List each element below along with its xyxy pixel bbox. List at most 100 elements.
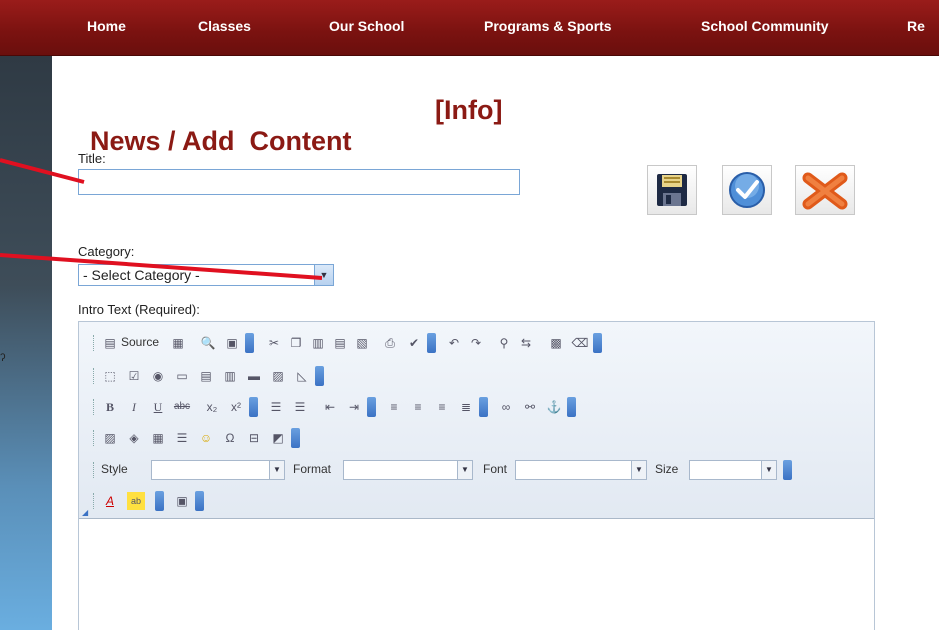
form-icon[interactable]: ⬚ (101, 367, 119, 385)
horizontal-rule-icon[interactable]: ☰ (173, 429, 191, 447)
align-center-icon[interactable]: ≡ (409, 398, 427, 416)
maximize-icon[interactable]: ▣ (173, 492, 191, 510)
align-right-icon[interactable]: ≡ (433, 398, 451, 416)
paste-icon[interactable]: ▥ (309, 334, 327, 352)
superscript-icon[interactable]: x² (227, 398, 245, 416)
source-button[interactable]: Source (121, 335, 159, 349)
nav-our-school[interactable]: Our School (329, 18, 404, 34)
toolbar-row-6: A ab ▣ (93, 489, 393, 513)
copy-icon[interactable]: ❐ (287, 334, 305, 352)
print-icon[interactable]: ⎙ (381, 334, 399, 352)
toolbar-row-1: ▤ Source ▦ 🔍 ▣ ✂ ❐ ▥ ▤ ▧ ⎙ ✔ ↶ ↷ ⚲ ⇆ ▩ ⌫ (93, 331, 813, 355)
spellcheck-icon[interactable]: ✔ (405, 334, 423, 352)
apply-button[interactable] (722, 165, 772, 215)
toolbar-row-4: ▨ ◈ ▦ ☰ ☺ Ω ⊟ ◩ (93, 426, 493, 450)
toolbar-collapse[interactable] (427, 333, 436, 353)
outdent-icon[interactable]: ⇤ (321, 398, 339, 416)
size-label: Size (655, 462, 679, 476)
page-break-icon[interactable]: ⊟ (245, 429, 263, 447)
underline-icon[interactable]: U (149, 398, 167, 416)
button-field-icon[interactable]: ▬ (245, 367, 263, 385)
paste-word-icon[interactable]: ▧ (353, 334, 371, 352)
checkbox-icon[interactable]: ☑ (125, 367, 143, 385)
collapse-toolbar-icon[interactable]: ◢ (82, 508, 88, 517)
chevron-down-icon[interactable]: ▼ (761, 461, 776, 479)
info-link[interactable]: [Info] (435, 95, 502, 126)
numbered-list-icon[interactable]: ☰ (267, 398, 285, 416)
nav-home[interactable]: Home (87, 18, 126, 34)
nav-programs-sports[interactable]: Programs & Sports (484, 18, 612, 34)
format-combo[interactable]: ▼ (343, 460, 473, 480)
align-left-icon[interactable]: ≡ (385, 398, 403, 416)
chevron-down-icon[interactable]: ▼ (314, 265, 333, 285)
link-icon[interactable]: ∞ (497, 398, 515, 416)
bg-color-icon[interactable]: ab (127, 492, 145, 510)
title-input[interactable] (78, 169, 520, 195)
flash-icon[interactable]: ◈ (125, 429, 143, 447)
save-button[interactable] (647, 165, 697, 215)
toolbar-collapse[interactable] (479, 397, 488, 417)
nav-re[interactable]: Re (907, 18, 925, 34)
image-button-icon[interactable]: ▨ (269, 367, 287, 385)
redo-icon[interactable]: ↷ (467, 334, 485, 352)
annotation-fragment-mark: ˀ (0, 352, 6, 369)
justify-icon[interactable]: ≣ (457, 398, 475, 416)
toolbar-grip (93, 399, 97, 415)
unlink-icon[interactable]: ⚯ (521, 398, 539, 416)
anchor-icon[interactable]: ⚓ (545, 398, 563, 416)
eraser-icon[interactable]: ⌫ (571, 334, 589, 352)
strike-icon[interactable]: abc (173, 398, 191, 416)
toolbar-collapse[interactable] (291, 428, 300, 448)
font-combo[interactable]: ▼ (515, 460, 647, 480)
toolbar-collapse[interactable] (155, 491, 164, 511)
toolbar-collapse[interactable] (249, 397, 258, 417)
chevron-down-icon[interactable]: ▼ (457, 461, 472, 479)
category-select[interactable]: - Select Category - ▼ (78, 264, 334, 286)
style-combo[interactable]: ▼ (151, 460, 285, 480)
toolbar-collapse[interactable] (783, 460, 792, 480)
chevron-down-icon[interactable]: ▼ (631, 461, 646, 479)
preview-icon[interactable]: 🔍 (199, 334, 217, 352)
toolbar-collapse[interactable] (367, 397, 376, 417)
iframe-icon[interactable]: ◩ (269, 429, 287, 447)
floppy-disk-icon (657, 174, 687, 206)
image-icon[interactable]: ▨ (101, 429, 119, 447)
toolbar-grip (93, 335, 97, 351)
category-selected-value: - Select Category - (83, 267, 200, 283)
indent-icon[interactable]: ⇥ (345, 398, 363, 416)
table-icon[interactable]: ▦ (149, 429, 167, 447)
select-all-icon[interactable]: ▩ (547, 334, 565, 352)
toolbar-collapse[interactable] (315, 366, 324, 386)
paste-text-icon[interactable]: ▤ (331, 334, 349, 352)
bold-icon[interactable]: B (101, 398, 119, 416)
toolbar-collapse[interactable] (593, 333, 602, 353)
textarea-icon[interactable]: ▤ (197, 367, 215, 385)
cancel-button[interactable] (795, 165, 855, 215)
nav-classes[interactable]: Classes (198, 18, 251, 34)
chevron-down-icon[interactable]: ▼ (269, 461, 284, 479)
textfield-icon[interactable]: ▭ (173, 367, 191, 385)
bulleted-list-icon[interactable]: ☰ (291, 398, 309, 416)
new-page-icon[interactable]: ▣ (223, 334, 241, 352)
format-label: Format (293, 462, 332, 476)
cut-icon[interactable]: ✂ (265, 334, 283, 352)
editor-content-area[interactable] (79, 518, 874, 630)
toolbar-collapse[interactable] (245, 333, 254, 353)
italic-icon[interactable]: I (125, 398, 143, 416)
radio-icon[interactable]: ◉ (149, 367, 167, 385)
replace-icon[interactable]: ⇆ (517, 334, 535, 352)
toolbar-collapse[interactable] (195, 491, 204, 511)
find-icon[interactable]: ⚲ (495, 334, 513, 352)
subscript-icon[interactable]: x₂ (203, 398, 221, 416)
special-char-icon[interactable]: Ω (221, 429, 239, 447)
text-color-icon[interactable]: A (101, 492, 119, 510)
nav-school-community[interactable]: School Community (701, 18, 829, 34)
size-combo[interactable]: ▼ (689, 460, 777, 480)
smiley-icon[interactable]: ☺ (197, 429, 215, 447)
undo-icon[interactable]: ↶ (445, 334, 463, 352)
hidden-field-icon[interactable]: ◺ (293, 367, 311, 385)
templates-icon[interactable]: ▦ (169, 334, 187, 352)
select-field-icon[interactable]: ▥ (221, 367, 239, 385)
toolbar-collapse[interactable] (567, 397, 576, 417)
source-icon[interactable]: ▤ (101, 334, 119, 352)
